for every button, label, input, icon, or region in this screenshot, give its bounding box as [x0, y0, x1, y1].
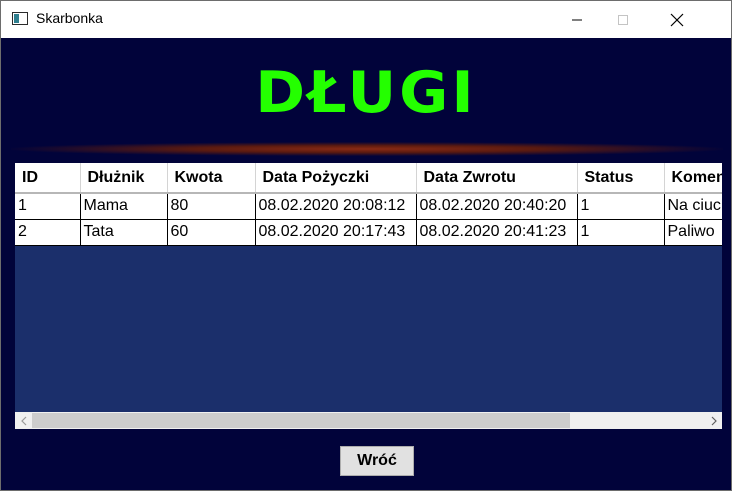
cell-debtor[interactable]: Tata: [80, 219, 168, 246]
chevron-right-icon: [711, 416, 717, 425]
scroll-right-button[interactable]: [705, 412, 722, 429]
close-icon: [670, 13, 684, 26]
app-window: Skarbonka DŁUGI ID Dłużnik Kwota Data Po…: [0, 0, 732, 491]
debts-data-grid[interactable]: ID Dłużnik Kwota Data Pożyczki Data Zwro…: [15, 163, 722, 429]
chevron-left-icon: [20, 416, 26, 425]
cell-status[interactable]: 1: [577, 193, 665, 220]
title-bar[interactable]: Skarbonka: [1, 1, 731, 38]
window-title: Skarbonka: [36, 10, 103, 26]
cell-loan-date[interactable]: 08.02.2020 20:17:43: [255, 219, 417, 246]
cell-loan-date[interactable]: 08.02.2020 20:08:12: [255, 193, 417, 220]
cell-id[interactable]: 2: [15, 219, 81, 246]
cell-amount[interactable]: 80: [167, 193, 256, 220]
cell-comment[interactable]: Paliwo: [664, 219, 722, 246]
column-header-debtor[interactable]: Dłużnik: [80, 163, 168, 194]
minimize-button[interactable]: [554, 1, 600, 38]
column-header-loan-date[interactable]: Data Pożyczki: [255, 163, 417, 194]
scroll-left-button[interactable]: [15, 412, 32, 429]
column-header-status[interactable]: Status: [577, 163, 665, 194]
maximize-button[interactable]: [600, 1, 646, 38]
table-header-row: ID Dłużnik Kwota Data Pożyczki Data Zwro…: [15, 163, 722, 194]
back-button[interactable]: Wróć: [340, 446, 414, 476]
horizontal-scrollbar[interactable]: [15, 412, 722, 429]
column-header-amount[interactable]: Kwota: [167, 163, 256, 194]
column-header-id[interactable]: ID: [15, 163, 81, 194]
cell-amount[interactable]: 60: [167, 219, 256, 246]
maximize-icon: [618, 14, 628, 25]
client-area: DŁUGI ID Dłużnik Kwota Data Pożyczki Dat…: [1, 38, 731, 490]
column-header-return-date[interactable]: Data Zwrotu: [416, 163, 578, 194]
column-header-comment[interactable]: Komentarz: [664, 163, 722, 194]
table-row[interactable]: 2 Tata 60 08.02.2020 20:17:43 08.02.2020…: [15, 219, 722, 246]
decorative-divider: [11, 142, 723, 156]
minimize-icon: [572, 19, 582, 20]
table-row[interactable]: 1 Mama 80 08.02.2020 20:08:12 08.02.2020…: [15, 193, 722, 220]
cell-return-date[interactable]: 08.02.2020 20:41:23: [416, 219, 578, 246]
cell-id[interactable]: 1: [15, 193, 81, 220]
page-title: DŁUGI: [255, 59, 477, 127]
cell-comment[interactable]: Na ciuchy: [664, 193, 722, 220]
debts-table: ID Dłużnik Kwota Data Pożyczki Data Zwro…: [15, 163, 722, 246]
cell-return-date[interactable]: 08.02.2020 20:40:20: [416, 193, 578, 220]
scrollbar-thumb[interactable]: [32, 413, 570, 428]
window-app-icon: [12, 12, 28, 25]
cell-status[interactable]: 1: [577, 219, 665, 246]
cell-debtor[interactable]: Mama: [80, 193, 168, 220]
close-button[interactable]: [654, 1, 700, 38]
